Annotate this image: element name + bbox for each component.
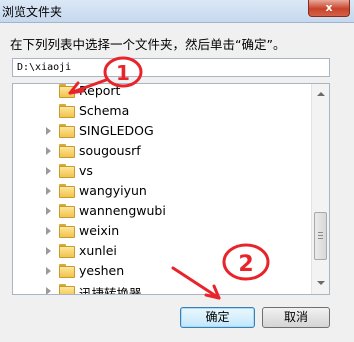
- annotation-arrow-2: [171, 266, 221, 300]
- annotation-number-1: 1: [116, 61, 130, 85]
- annotation-overlay: 1 2: [68, 56, 270, 300]
- annotation-number-2: 2: [238, 252, 253, 277]
